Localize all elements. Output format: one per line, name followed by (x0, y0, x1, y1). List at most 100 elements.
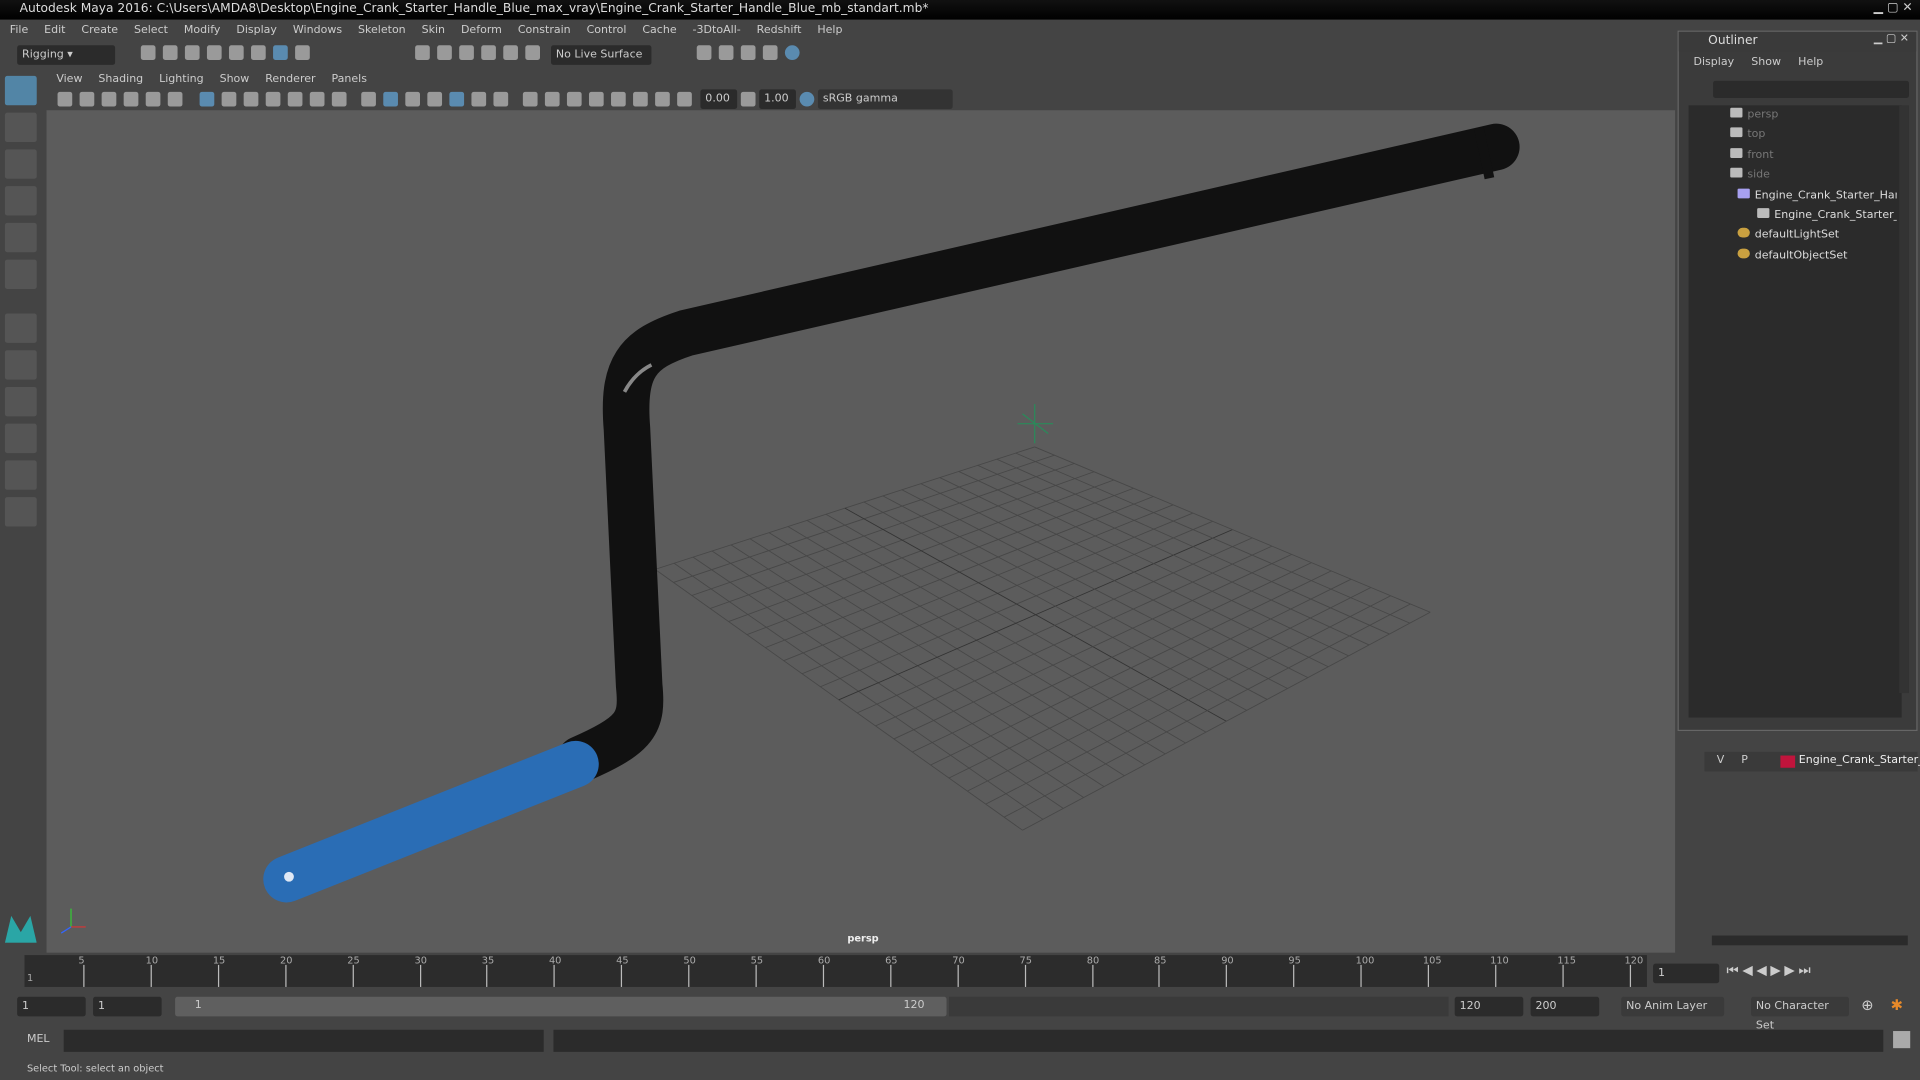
outliner-menu-show[interactable]: Show (1751, 56, 1781, 68)
layer-playback[interactable]: P (1741, 754, 1748, 766)
crank-handle-black (557, 123, 1520, 783)
paint-tool[interactable] (4, 149, 37, 179)
outliner-item[interactable]: top (1689, 125, 1897, 145)
timeline-tick-label: 55 (750, 955, 764, 967)
window-controls[interactable]: ▁ ▢ ✕ (1874, 1, 1913, 14)
render-icons[interactable] (693, 45, 803, 61)
auto-key-icon[interactable]: ⊕ (1861, 997, 1873, 1014)
outliner-item[interactable]: side (1689, 166, 1897, 186)
menu-file[interactable]: File (10, 21, 28, 42)
outliner-item-label: Engine_Crank_Starter_Handl (1754, 189, 1897, 202)
outliner-item[interactable]: persp (1689, 105, 1897, 125)
panel-menu-show[interactable]: Show (220, 71, 250, 88)
outliner-item-label: Engine_Crank_Starter_Ha (1774, 209, 1896, 222)
timeline-tick (83, 964, 85, 987)
menu-skin[interactable]: Skin (422, 21, 445, 42)
anim-end-field[interactable]: 200 (1530, 996, 1600, 1017)
menu-windows[interactable]: Windows (293, 21, 342, 42)
set-icon (1737, 228, 1750, 239)
mesh-icon (1757, 208, 1770, 218)
range-slider-bar: 1 1 1 120 120 200 No Anim Layer No Chara… (0, 994, 1920, 1032)
display-icons[interactable] (196, 91, 350, 107)
timeline-tick-label: 105 (1422, 955, 1442, 967)
layer-row[interactable]: V P Engine_Crank_Starter_ (1704, 751, 1920, 772)
character-set-dropdown[interactable]: No Character Set (1751, 996, 1849, 1032)
file-icons[interactable] (137, 45, 313, 61)
menu-control[interactable]: Control (587, 21, 627, 42)
panel-menu-lighting[interactable]: Lighting (159, 71, 204, 88)
colorspace-dropdown[interactable]: sRGB gamma (817, 89, 953, 109)
menu-constrain[interactable]: Constrain (518, 21, 571, 42)
outliner-item[interactable]: Engine_Crank_Starter_Ha (1689, 206, 1897, 226)
shading-icons[interactable] (358, 91, 512, 107)
menu-redshift[interactable]: Redshift (757, 21, 802, 42)
gamma-field[interactable]: 1.00 (759, 89, 796, 109)
menu-deform[interactable]: Deform (461, 21, 502, 42)
timeline-tick (1562, 964, 1564, 987)
timeline-tick-label: 95 (1288, 955, 1301, 967)
move-tool[interactable] (4, 186, 37, 216)
menu-help[interactable]: Help (817, 21, 842, 42)
outliner-item[interactable]: defaultLightSet (1689, 226, 1897, 246)
panel-menu-view[interactable]: View (56, 71, 82, 88)
rotate-tool[interactable] (4, 222, 37, 253)
ground-grid (654, 446, 1431, 831)
outliner-scrollbar[interactable] (1899, 105, 1909, 694)
outliner-menu-help[interactable]: Help (1798, 56, 1823, 68)
exposure-field[interactable]: 0.00 (700, 89, 738, 109)
range-slider[interactable]: 1 120 (175, 996, 947, 1017)
outliner-item[interactable]: front (1689, 145, 1897, 165)
select-tool[interactable] (4, 75, 37, 106)
preferences-icon[interactable]: ✱ (1891, 997, 1903, 1014)
camera-icon (1730, 167, 1743, 178)
layout-graph-button[interactable] (4, 460, 37, 490)
live-surface-field[interactable]: No Live Surface (551, 45, 652, 65)
time-slider[interactable]: 1 5 10 15 20 25 30 35 40 45 50 55 60 65 70 75 80 85 90 95 1… (24, 955, 1647, 987)
outliner-item[interactable]: Engine_Crank_Starter_Handl (1689, 186, 1897, 206)
layout-single-button[interactable] (4, 313, 37, 343)
menu-edit[interactable]: Edit (44, 21, 65, 42)
menu-3dtoall[interactable]: -3DtoAll- (693, 21, 741, 42)
panel-menu-panels[interactable]: Panels (331, 71, 366, 88)
layout-two-button[interactable] (4, 386, 37, 417)
command-language-label[interactable]: MEL (27, 1033, 50, 1045)
menu-modify[interactable]: Modify (184, 21, 221, 42)
playback-controls[interactable]: ⏮◀◀▶▶⏭ (1727, 962, 1815, 979)
script-editor-icon[interactable] (1893, 1031, 1911, 1049)
menu-cache[interactable]: Cache (642, 21, 676, 42)
viewport-persp[interactable]: persp (46, 110, 1676, 953)
axis-gizmo (60, 908, 86, 934)
layer-color-swatch[interactable] (1780, 755, 1796, 768)
current-frame-field[interactable]: 1 (1653, 963, 1720, 984)
outliner-item[interactable]: defaultObjectSet (1689, 246, 1897, 266)
scale-tool[interactable] (4, 259, 37, 289)
layout-custom-button[interactable] (4, 497, 37, 527)
layout-four-button[interactable] (4, 350, 37, 380)
camera-tool-icons[interactable] (54, 91, 186, 107)
anim-layer-dropdown[interactable]: No Anim Layer (1621, 996, 1725, 1017)
menu-create[interactable]: Create (81, 21, 118, 42)
outliner-search[interactable] (1713, 80, 1909, 98)
playback-start-field[interactable]: 1 (93, 996, 162, 1017)
lighting-icons[interactable] (519, 91, 695, 107)
menu-display[interactable]: Display (236, 21, 277, 42)
timeline-tick-label: 90 (1221, 955, 1234, 967)
outliner-window-controls[interactable]: ▁ ▢ ✕ (1874, 33, 1909, 45)
panel-menu-renderer[interactable]: Renderer (265, 71, 315, 88)
layer-visibility[interactable]: V (1717, 754, 1725, 766)
snap-icons[interactable] (411, 45, 543, 61)
anim-start-field[interactable]: 1 (17, 996, 86, 1017)
panel-menu-shading[interactable]: Shading (98, 71, 143, 88)
command-input[interactable] (63, 1029, 544, 1052)
outliner-menu-display[interactable]: Display (1693, 56, 1734, 68)
menu-skeleton[interactable]: Skeleton (358, 21, 406, 42)
lasso-tool[interactable] (4, 112, 37, 143)
maya-logo-icon (4, 915, 37, 943)
timeline-tick-label: 25 (347, 955, 360, 967)
playback-end-field[interactable]: 120 (1454, 996, 1524, 1017)
menu-select[interactable]: Select (134, 21, 168, 42)
timeline-tick (284, 964, 287, 987)
layer-scrollbar[interactable] (1711, 935, 1908, 946)
layout-outliner-button[interactable] (4, 423, 37, 454)
mode-dropdown[interactable]: Rigging ▾ (17, 45, 116, 65)
